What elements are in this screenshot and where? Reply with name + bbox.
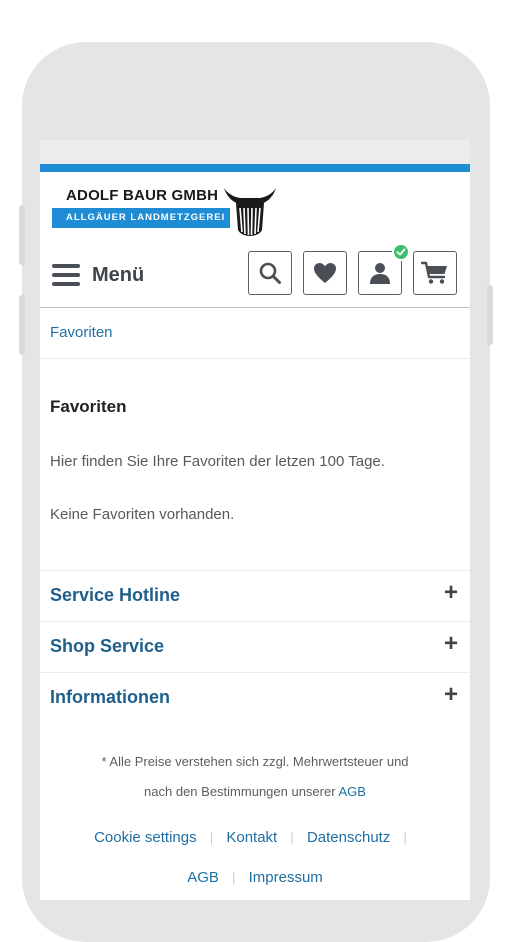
agb-link[interactable]: AGB xyxy=(338,784,365,799)
search-button[interactable] xyxy=(248,251,292,295)
phone-screen: ADOLF BAUR GMBH ALLGÄUER LANDMETZGEREI M… xyxy=(40,140,470,900)
separator: | xyxy=(290,830,294,845)
divider xyxy=(40,358,470,359)
accordion-label: Informationen xyxy=(50,687,170,707)
plus-icon[interactable]: + xyxy=(444,581,458,605)
heart-icon xyxy=(314,263,336,283)
plus-icon[interactable]: + xyxy=(444,632,458,656)
phone-side-button-left xyxy=(19,205,25,265)
accordion-label: Shop Service xyxy=(50,636,165,656)
user-icon xyxy=(370,263,390,284)
ox-head-icon xyxy=(224,188,276,236)
kontakt-link[interactable]: Kontakt xyxy=(226,829,277,846)
separator: | xyxy=(232,870,236,885)
phone-side-button-right xyxy=(487,285,493,345)
accordion-service-hotline[interactable]: Service Hotline + xyxy=(40,571,470,621)
menu-button[interactable]: Menü xyxy=(52,260,144,290)
breadcrumb[interactable]: Favoriten xyxy=(50,324,113,341)
empty-message: Keine Favoriten vorhanden. xyxy=(50,506,235,523)
logged-in-badge xyxy=(392,243,410,261)
accordion-shop-service[interactable]: Shop Service + xyxy=(40,622,470,672)
accordion-label: Service Hotline xyxy=(50,585,181,605)
logo-tagline: ALLGÄUER LANDMETZGEREI xyxy=(52,208,230,228)
status-bar xyxy=(40,140,470,164)
footer-links-row1: Cookie settings | Kontakt | Datenschutz … xyxy=(40,829,470,846)
page-title: Favoriten xyxy=(50,397,127,416)
favorites-button[interactable] xyxy=(303,251,347,295)
agb-footer-link[interactable]: AGB xyxy=(187,869,219,886)
favorites-intro: Hier finden Sie Ihre Favoriten der letze… xyxy=(50,453,385,470)
separator: | xyxy=(209,830,214,845)
separator: | xyxy=(403,830,407,845)
brand-bar xyxy=(40,164,470,172)
footer-links-row2: AGB | Impressum xyxy=(40,869,470,886)
price-note-line2: nach den Bestimmungen unserer AGB xyxy=(40,784,470,799)
check-icon xyxy=(396,248,406,256)
logo-company-name: ADOLF BAUR GMBH xyxy=(66,187,219,204)
search-icon xyxy=(259,262,281,284)
phone-side-button-left xyxy=(19,295,25,355)
hamburger-icon xyxy=(52,264,80,286)
cart-icon xyxy=(421,261,447,284)
cart-button[interactable] xyxy=(413,251,457,295)
account-button[interactable] xyxy=(358,243,410,295)
datenschutz-link[interactable]: Datenschutz xyxy=(307,829,390,846)
header-divider xyxy=(40,307,470,308)
cookie-settings-link[interactable]: Cookie settings xyxy=(94,829,197,846)
logo[interactable]: ADOLF BAUR GMBH ALLGÄUER LANDMETZGEREI xyxy=(52,184,280,242)
menu-label: Menü xyxy=(92,263,145,286)
price-note-text: nach den Bestimmungen unserer xyxy=(144,784,336,799)
plus-icon[interactable]: + xyxy=(444,683,458,707)
price-note-line1: * Alle Preise verstehen sich zzgl. Mehrw… xyxy=(101,754,409,769)
impressum-link[interactable]: Impressum xyxy=(249,869,323,886)
accordion-informationen[interactable]: Informationen + xyxy=(40,673,470,723)
